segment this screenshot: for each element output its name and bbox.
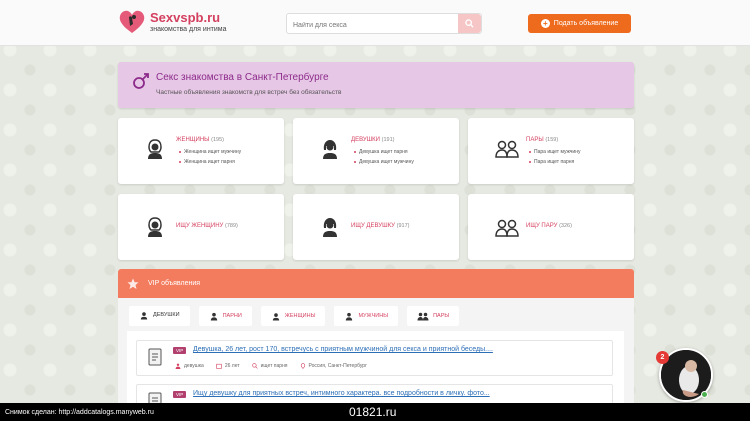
ad-seeking: ищет парня (260, 363, 288, 369)
tab-men[interactable]: МУЖЧИНЫ (334, 306, 399, 326)
ad-location: Россия, Санкт-Петербург (308, 363, 367, 369)
tab-couples[interactable]: ПАРЫ (407, 306, 460, 326)
footer-domain: 01821.ru (349, 405, 397, 419)
search-input[interactable] (287, 16, 459, 35)
notification-badge: 2 (656, 351, 669, 364)
subcategory-link[interactable]: Девушка ищет мужчину (354, 159, 414, 165)
banner-title: Секс знакомства в Санкт-Петербурге (156, 72, 329, 83)
search-icon (465, 19, 474, 28)
logo-subtitle: знакомства для интима (150, 26, 227, 33)
vip-header: VIP объявления (118, 269, 634, 298)
ad-who: девушка (184, 363, 204, 369)
girl-icon (323, 218, 337, 237)
person-icon (175, 363, 181, 369)
category-card-seek-couple[interactable]: ИЩУ ПАРУ (326) (468, 194, 634, 260)
tab-label: ДЕВУШКИ (153, 312, 180, 318)
category-count: (326) (559, 223, 572, 229)
subcategory-link[interactable]: Пара ищет парня (529, 159, 580, 165)
search-box (286, 13, 482, 35)
ad-meta: девушка 26 лет ищет парня Россия, Санкт-… (175, 363, 367, 369)
subcategory-link[interactable]: Женщина ищет мужчину (179, 149, 241, 155)
search-button[interactable] (458, 14, 481, 33)
girl-icon (140, 312, 148, 320)
footer-caption: Снимок сделан: http://addcatalogs.manywe… (5, 409, 154, 416)
vip-tabs: ДЕВУШКИ ПАРНИ ЖЕНЩИНЫ МУЖЧИНЫ ПАРЫ (129, 306, 460, 326)
category-title: ИЩУ ЖЕНЩИНУ (176, 223, 224, 229)
category-title: ИЩУ ПАРУ (526, 223, 558, 229)
vip-body: ДЕВУШКИ ПАРНИ ЖЕНЩИНЫ МУЖЧИНЫ ПАРЫ VIP Д… (118, 298, 634, 409)
heart-logo-icon (119, 10, 145, 33)
category-title: ИЩУ ДЕВУШКУ (351, 223, 395, 229)
man-icon (210, 312, 217, 321)
category-count: (195) (211, 137, 224, 143)
site-logo[interactable]: Sexvspb.ru знакомства для интима (118, 9, 227, 35)
tab-women[interactable]: ЖЕНЩИНЫ (260, 306, 326, 326)
vip-badge: VIP (173, 391, 187, 398)
online-status-icon (701, 391, 708, 398)
couple-icon (495, 140, 519, 158)
category-title: ДЕВУШКИ (351, 137, 380, 143)
category-card-seek-girl[interactable]: ИЩУ ДЕВУШКУ (917) (293, 194, 459, 260)
tab-label: ПАРНИ (222, 313, 242, 319)
gender-symbols-icon (133, 73, 149, 89)
plus-icon: + (540, 19, 550, 28)
category-card-seek-woman[interactable]: ИЩУ ЖЕНЩИНУ (789) (118, 194, 284, 260)
calendar-icon (216, 363, 222, 369)
post-ad-button[interactable]: + Подать объявление (528, 14, 631, 33)
document-icon (148, 348, 162, 366)
category-count: (789) (225, 223, 238, 229)
logo-title: Sexvspb.ru (150, 10, 221, 25)
ad-title-link[interactable]: Ищу девушку для приятных встреч, интимно… (193, 390, 490, 397)
category-title: ПАРЫ (526, 137, 544, 143)
ad-title-link[interactable]: Девушка, 26 лет, рост 170, встречусь с п… (193, 346, 493, 353)
ad-age: 26 лет (224, 363, 240, 369)
woman-icon (272, 313, 279, 321)
subcategory-link[interactable]: Женщина ищет парня (179, 159, 241, 165)
woman-icon (148, 139, 162, 159)
vip-badge: VIP (173, 347, 187, 354)
post-ad-label: Подать объявление (553, 20, 619, 27)
tab-label: МУЖЧИНЫ (358, 313, 389, 319)
couple-icon (417, 312, 429, 321)
man-icon (346, 312, 353, 321)
vip-ads-panel: VIP Девушка, 26 лет, рост 170, встречусь… (127, 331, 624, 409)
category-card-women[interactable]: ЖЕНЩИНЫ (195) Женщина ищет мужчину Женщи… (118, 118, 284, 184)
couple-icon (495, 219, 519, 237)
screenshot-footer: Снимок сделан: http://addcatalogs.manywe… (0, 403, 750, 421)
vip-ad-item[interactable]: VIP Девушка, 26 лет, рост 170, встречусь… (136, 340, 613, 376)
subcategory-link[interactable]: Пара ищет мужчину (529, 149, 580, 155)
category-count: (159) (545, 137, 559, 143)
tab-guys[interactable]: ПАРНИ (198, 306, 252, 326)
site-header: Sexvspb.ru знакомства для интима + Подат… (0, 0, 750, 46)
subcategory-link[interactable]: Девушка ищет парня (354, 149, 414, 155)
category-card-couples[interactable]: ПАРЫ (159) Пара ищет мужчину Пара ищет п… (468, 118, 634, 184)
category-card-girls[interactable]: ДЕВУШКИ (191) Девушка ищет парня Девушка… (293, 118, 459, 184)
location-pin-icon (300, 363, 305, 369)
tab-label: ПАРЫ (433, 313, 450, 319)
tab-label: ЖЕНЩИНЫ (284, 313, 316, 319)
category-count: (917) (396, 223, 410, 229)
vip-section: VIP объявления ДЕВУШКИ ПАРНИ ЖЕНЩИНЫ МУЖ… (118, 269, 634, 409)
category-count: (191) (381, 137, 395, 143)
search-icon (251, 363, 258, 369)
banner-subtitle: Частные объявления знакомств для встреч … (156, 89, 342, 96)
tab-girls[interactable]: ДЕВУШКИ (129, 306, 190, 326)
city-banner: Секс знакомства в Санкт-Петербурге Частн… (118, 62, 634, 108)
star-icon (127, 278, 139, 289)
girl-icon (323, 140, 337, 159)
category-title: ЖЕНЩИНЫ (176, 137, 210, 143)
woman-icon (148, 217, 162, 237)
vip-heading: VIP объявления (148, 280, 201, 287)
